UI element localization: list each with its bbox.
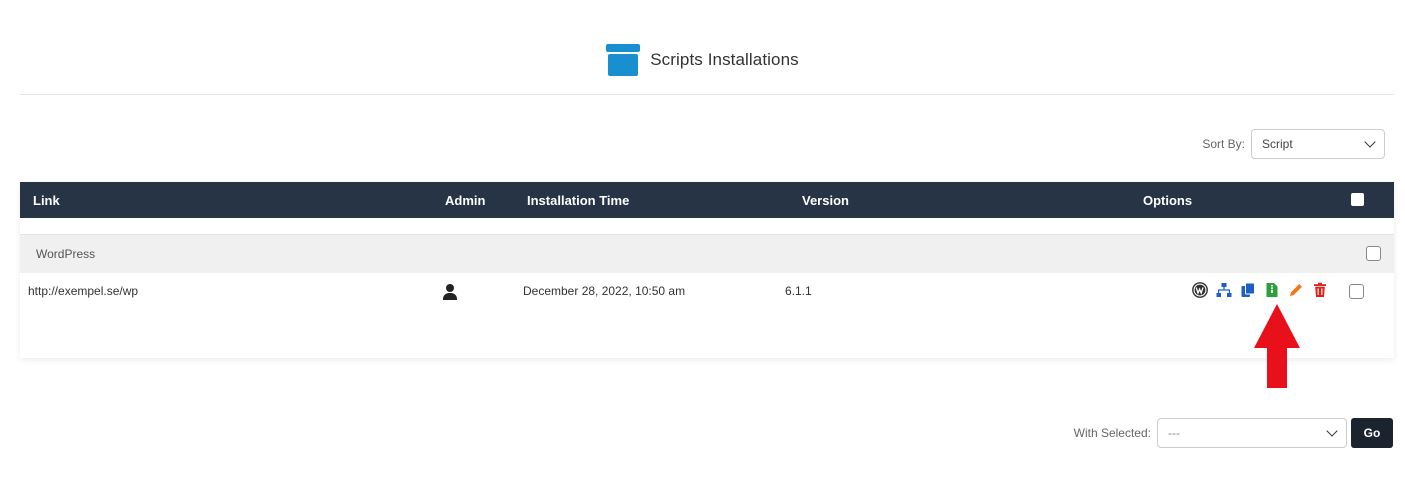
with-selected-label: With Selected:: [1073, 426, 1151, 440]
sort-label: Sort By:: [1202, 137, 1245, 151]
file-zip-icon[interactable]: [1264, 282, 1280, 298]
version: 6.1.1: [785, 284, 812, 298]
sort-select-value: Script: [1262, 137, 1293, 151]
col-link: Link: [33, 193, 60, 208]
divider: [20, 94, 1394, 95]
installations-table: Link Admin Installation Time Version Opt…: [20, 182, 1394, 358]
col-version: Version: [802, 193, 849, 208]
group-name: WordPress: [36, 247, 96, 261]
col-options: Options: [1143, 193, 1193, 208]
table-header: Link Admin Installation Time Version Opt…: [20, 182, 1394, 218]
go-button[interactable]: Go: [1351, 418, 1393, 448]
pencil-icon[interactable]: [1288, 282, 1304, 298]
red-arrow-annotation: [1254, 304, 1300, 388]
bulk-action-select[interactable]: ---: [1157, 418, 1347, 448]
table-row: http://exempel.se/wp December 28, 2022, …: [20, 274, 1394, 304]
copy-icon[interactable]: [1240, 282, 1256, 298]
bulk-action-value: ---: [1168, 426, 1180, 440]
page-header: Scripts Installations: [0, 40, 1405, 80]
row-checkbox[interactable]: [1349, 284, 1364, 299]
chevron-down-icon: [1326, 425, 1338, 437]
page-title: Scripts Installations: [650, 50, 799, 69]
sort-select[interactable]: Script: [1251, 129, 1385, 159]
installation-time: December 28, 2022, 10:50 am: [523, 284, 686, 298]
trash-icon[interactable]: [1312, 282, 1328, 298]
select-all-checkbox[interactable]: [1351, 193, 1364, 206]
sort-bar: Sort By: Script: [1202, 129, 1385, 159]
install-link[interactable]: http://exempel.se/wp: [28, 284, 138, 298]
sitemap-icon[interactable]: [1216, 282, 1232, 298]
row-options: [1192, 282, 1328, 298]
chevron-down-icon: [1364, 136, 1376, 148]
group-row: WordPress: [20, 234, 1394, 273]
group-checkbox[interactable]: [1366, 246, 1381, 261]
col-installation-time: Installation Time: [527, 193, 630, 208]
wordpress-icon[interactable]: [1192, 282, 1208, 298]
user-icon[interactable]: [443, 284, 457, 300]
bulk-actions: With Selected: --- Go: [1074, 418, 1393, 448]
archive-icon: [606, 44, 641, 76]
col-admin: Admin: [445, 193, 486, 208]
